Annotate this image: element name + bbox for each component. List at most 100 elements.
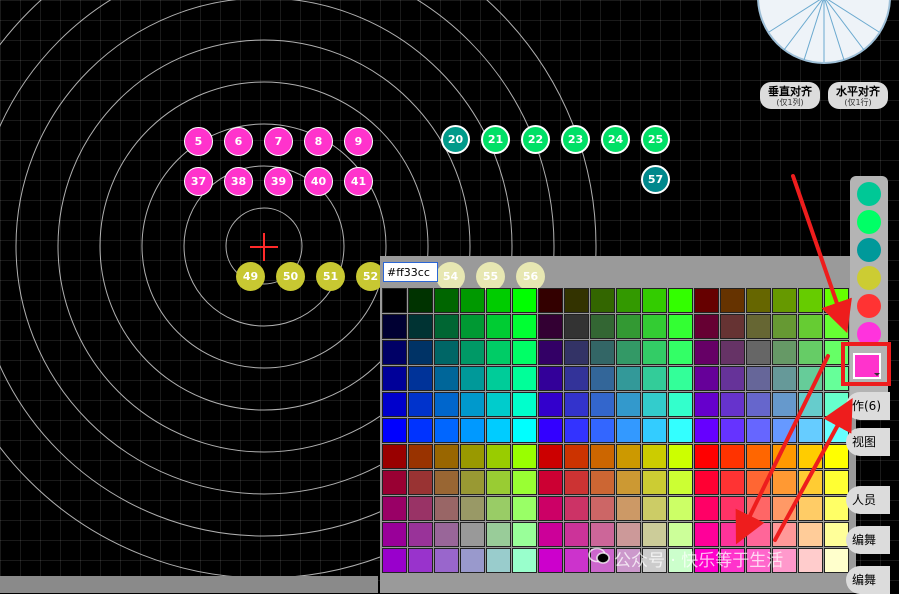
color-cell[interactable]: [486, 444, 511, 469]
color-cell[interactable]: [772, 444, 797, 469]
color-cell[interactable]: [694, 340, 719, 365]
color-cell[interactable]: [616, 392, 641, 417]
color-cell[interactable]: [460, 340, 485, 365]
color-cell[interactable]: [382, 340, 407, 365]
color-cell[interactable]: [668, 444, 693, 469]
seat-24[interactable]: 24: [601, 125, 630, 154]
color-cell[interactable]: [590, 392, 615, 417]
action-button-1[interactable]: 作(6): [846, 392, 890, 420]
color-cell[interactable]: [460, 314, 485, 339]
color-cell[interactable]: [720, 444, 745, 469]
color-cell[interactable]: [642, 340, 667, 365]
swatch-olive[interactable]: [857, 266, 881, 290]
seat-5[interactable]: 5: [184, 127, 213, 156]
color-cell[interactable]: [460, 444, 485, 469]
color-cell[interactable]: [460, 522, 485, 547]
color-cell[interactable]: [694, 314, 719, 339]
seat-56[interactable]: 56: [516, 262, 545, 291]
color-cell[interactable]: [668, 418, 693, 443]
color-cell[interactable]: [694, 522, 719, 547]
color-cell[interactable]: [434, 522, 459, 547]
seat-50[interactable]: 50: [276, 262, 305, 291]
color-cell[interactable]: [642, 444, 667, 469]
color-cell[interactable]: [798, 522, 823, 547]
color-cell[interactable]: [642, 314, 667, 339]
color-cell[interactable]: [486, 392, 511, 417]
color-cell[interactable]: [408, 392, 433, 417]
color-cell[interactable]: [434, 288, 459, 313]
color-cell[interactable]: [460, 366, 485, 391]
seat-37[interactable]: 37: [184, 167, 213, 196]
color-cell[interactable]: [512, 444, 537, 469]
swatch-teal[interactable]: [857, 182, 881, 206]
color-cell[interactable]: [694, 470, 719, 495]
color-cell[interactable]: [668, 366, 693, 391]
color-cell[interactable]: [694, 366, 719, 391]
vertical-align-button[interactable]: 垂直对齐 (仅1列): [760, 82, 820, 109]
color-cell[interactable]: [720, 366, 745, 391]
color-cell[interactable]: [382, 496, 407, 521]
color-cell[interactable]: [746, 288, 771, 313]
color-cell[interactable]: [668, 340, 693, 365]
color-cell[interactable]: [590, 340, 615, 365]
color-cell[interactable]: [590, 522, 615, 547]
color-cell[interactable]: [668, 288, 693, 313]
color-cell[interactable]: [798, 392, 823, 417]
color-cell[interactable]: [434, 366, 459, 391]
color-cell[interactable]: [382, 548, 407, 573]
color-cell[interactable]: [616, 288, 641, 313]
color-cell[interactable]: [408, 522, 433, 547]
color-cell[interactable]: [798, 496, 823, 521]
color-cell[interactable]: [720, 392, 745, 417]
color-cell[interactable]: [382, 314, 407, 339]
color-cell[interactable]: [746, 470, 771, 495]
color-cell[interactable]: [720, 340, 745, 365]
choreo-button-1[interactable]: 编舞: [846, 526, 890, 554]
color-cell[interactable]: [408, 496, 433, 521]
color-cell[interactable]: [408, 366, 433, 391]
color-cell[interactable]: [694, 444, 719, 469]
color-cell[interactable]: [564, 548, 589, 573]
color-cell[interactable]: [668, 522, 693, 547]
color-cell[interactable]: [798, 548, 823, 573]
color-cell[interactable]: [486, 470, 511, 495]
color-cell[interactable]: [694, 418, 719, 443]
color-cell[interactable]: [564, 288, 589, 313]
color-cell[interactable]: [772, 366, 797, 391]
color-cell[interactable]: [772, 418, 797, 443]
swatch-dark-teal[interactable]: [857, 238, 881, 262]
color-cell[interactable]: [668, 392, 693, 417]
color-cell[interactable]: [564, 392, 589, 417]
color-cell[interactable]: [408, 548, 433, 573]
color-cell[interactable]: [746, 314, 771, 339]
color-cell[interactable]: [512, 340, 537, 365]
color-cell[interactable]: [590, 314, 615, 339]
color-cell[interactable]: [824, 522, 849, 547]
color-cell[interactable]: [408, 470, 433, 495]
seat-39[interactable]: 39: [264, 167, 293, 196]
color-cell[interactable]: [746, 392, 771, 417]
seat-55[interactable]: 55: [476, 262, 505, 291]
color-cell[interactable]: [460, 548, 485, 573]
color-cell[interactable]: [590, 288, 615, 313]
color-cell[interactable]: [460, 496, 485, 521]
color-cell[interactable]: [564, 522, 589, 547]
color-cell[interactable]: [668, 314, 693, 339]
color-cell[interactable]: [590, 366, 615, 391]
color-cell[interactable]: [538, 288, 563, 313]
color-cell[interactable]: [512, 288, 537, 313]
color-cell[interactable]: [590, 444, 615, 469]
color-cell[interactable]: [824, 314, 849, 339]
color-cell[interactable]: [798, 418, 823, 443]
color-cell[interactable]: [382, 288, 407, 313]
color-cell[interactable]: [382, 392, 407, 417]
color-cell[interactable]: [486, 366, 511, 391]
color-cell[interactable]: [434, 444, 459, 469]
seat-7[interactable]: 7: [264, 127, 293, 156]
color-cell[interactable]: [746, 366, 771, 391]
color-cell[interactable]: [824, 548, 849, 573]
color-cell[interactable]: [564, 496, 589, 521]
seat-8[interactable]: 8: [304, 127, 333, 156]
color-cell[interactable]: [694, 288, 719, 313]
color-cell[interactable]: [798, 340, 823, 365]
